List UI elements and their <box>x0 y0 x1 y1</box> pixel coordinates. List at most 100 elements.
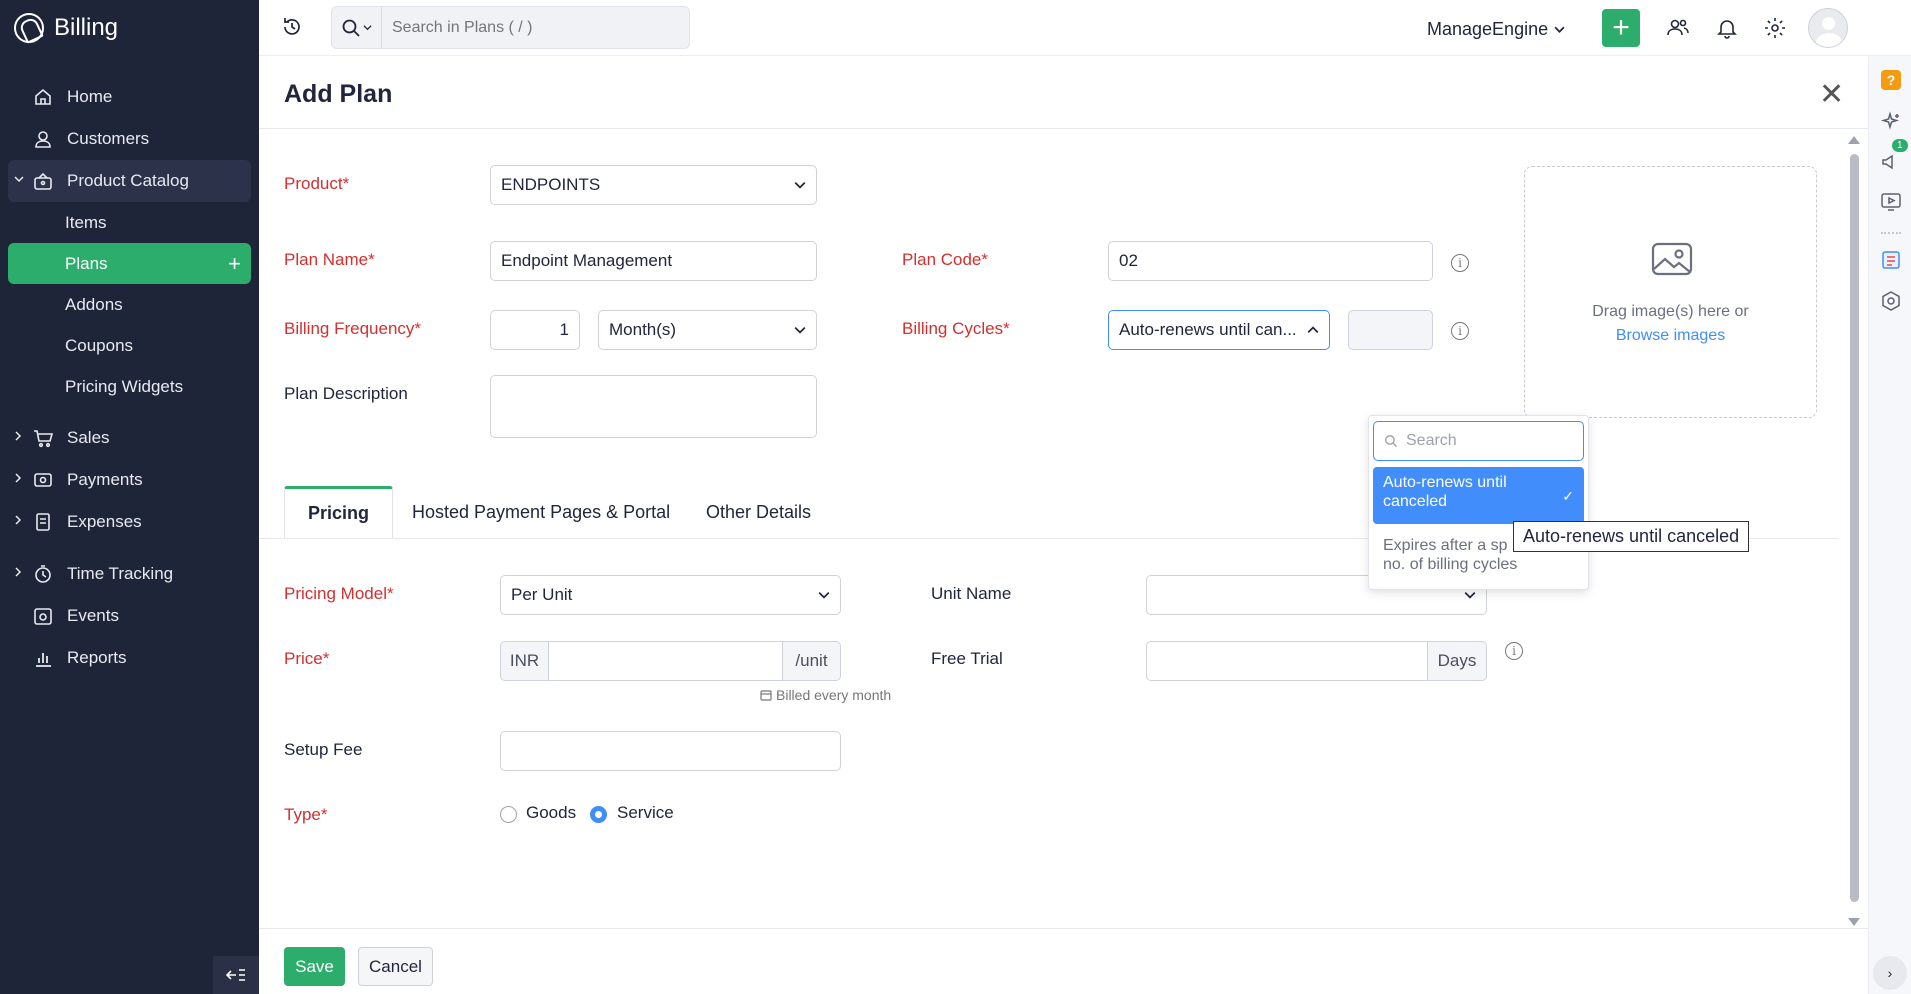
chevron-right-icon <box>15 473 22 483</box>
rail-expand-button[interactable]: › <box>1873 956 1907 990</box>
help-icon[interactable]: ? <box>1880 69 1902 91</box>
collapse-sidebar-button[interactable] <box>213 956 259 994</box>
announcement-icon[interactable] <box>1880 151 1902 173</box>
form-scrollbar[interactable] <box>1847 132 1861 926</box>
sidebar-item-reports[interactable]: Reports <box>0 637 259 679</box>
notification-badge: 1 <box>1892 139 1908 152</box>
info-icon[interactable]: i <box>1451 254 1469 272</box>
option-text: no. of billing cycles <box>1383 556 1518 573</box>
dropdown-search-input[interactable]: Search <box>1373 421 1584 461</box>
price-input[interactable] <box>548 641 783 681</box>
billing-cycles-value: Auto-renews until can... <box>1119 320 1297 339</box>
plan-name-value: Endpoint Management <box>501 251 673 270</box>
billing-frequency-count-input[interactable]: 1 <box>490 310 580 350</box>
sidebar-nav: Home Customers Product Catalog Items Pla… <box>0 56 259 679</box>
avatar[interactable] <box>1808 8 1848 48</box>
days-addon: Days <box>1427 641 1487 681</box>
type-label: Type* <box>284 805 328 824</box>
search-bar[interactable] <box>331 6 690 49</box>
basket-icon <box>33 171 53 191</box>
chevron-right-icon <box>15 431 22 441</box>
type-goods-radio[interactable] <box>500 806 517 823</box>
plan-description-textarea[interactable] <box>490 375 817 438</box>
tab-pricing[interactable]: Pricing <box>284 486 394 539</box>
chevron-right-icon <box>15 567 22 577</box>
currency-addon: INR <box>500 641 549 681</box>
sidebar-subitem-coupons[interactable]: Coupons <box>0 325 259 366</box>
billing-cycles-label: Billing Cycles* <box>902 319 1010 338</box>
brand[interactable]: Billing <box>0 0 259 56</box>
chevron-down-icon <box>794 182 806 189</box>
tab-other-details[interactable]: Other Details <box>683 486 834 539</box>
scroll-down-arrow[interactable] <box>1848 918 1860 926</box>
search-icon[interactable] <box>332 7 382 48</box>
sidebar-item-time-tracking[interactable]: Time Tracking <box>0 553 259 595</box>
users-icon[interactable] <box>1666 16 1690 40</box>
billing-frequency-unit: Month(s) <box>609 320 677 339</box>
close-icon[interactable]: ✕ <box>1819 80 1844 110</box>
gear-icon[interactable] <box>1763 16 1787 40</box>
type-goods-label[interactable]: Goods <box>526 803 576 823</box>
billing-cycles-select[interactable]: Auto-renews until can... <box>1108 310 1330 350</box>
sidebar-subitem-pricing-widgets[interactable]: Pricing Widgets <box>0 366 259 407</box>
sidebar-item-sales[interactable]: Sales <box>0 417 259 459</box>
video-icon[interactable] <box>1880 191 1902 213</box>
scroll-up-arrow[interactable] <box>1848 136 1860 144</box>
browse-images-link[interactable]: Browse images <box>1525 327 1816 345</box>
right-rail: ? 1 › <box>1868 56 1911 994</box>
type-service-label[interactable]: Service <box>617 803 674 823</box>
free-trial-input[interactable] <box>1146 641 1428 681</box>
sidebar-item-customers[interactable]: Customers <box>0 118 259 160</box>
sparkle-icon[interactable] <box>1880 111 1902 133</box>
sidebar-item-label: Product Catalog <box>67 171 189 190</box>
org-name: ManageEngine <box>1427 19 1549 39</box>
topbar: ManageEngine + <box>259 0 1911 56</box>
sidebar-subitem-plans[interactable]: Plans + <box>8 243 251 284</box>
type-service-radio[interactable] <box>590 806 607 823</box>
bell-icon[interactable] <box>1715 16 1739 40</box>
chevron-down-icon <box>1554 26 1565 33</box>
sidebar-item-product-catalog[interactable]: Product Catalog <box>8 160 251 202</box>
setup-fee-input[interactable] <box>500 731 841 771</box>
scrollbar-thumb[interactable] <box>1850 154 1859 902</box>
notes-icon[interactable] <box>1880 249 1902 271</box>
chevron-right-icon: › <box>1887 965 1893 981</box>
image-drop-text: Drag image(s) here or <box>1592 303 1749 320</box>
product-label: Product* <box>284 174 350 193</box>
org-switcher[interactable]: ManageEngine <box>1427 19 1565 40</box>
plan-code-label: Plan Code* <box>902 250 989 269</box>
billing-logo-icon <box>14 13 44 43</box>
sidebar-item-expenses[interactable]: Expenses <box>0 501 259 543</box>
cancel-button[interactable]: Cancel <box>358 947 433 986</box>
integrations-icon[interactable] <box>1880 290 1902 312</box>
sidebar-subitem-addons[interactable]: Addons <box>0 284 259 325</box>
recent-activity-icon[interactable] <box>281 16 303 38</box>
chevron-down-icon <box>818 592 830 599</box>
plan-name-input[interactable]: Endpoint Management <box>490 241 817 281</box>
check-icon: ✓ <box>1562 488 1574 504</box>
info-icon[interactable]: i <box>1451 322 1469 340</box>
tab-hosted-payment-pages[interactable]: Hosted Payment Pages & Portal <box>389 486 693 539</box>
add-plan-panel: Add Plan ✕ Product* ENDPOINTS Drag image… <box>259 56 1868 994</box>
sidebar-item-home[interactable]: Home <box>0 76 259 118</box>
image-dropzone[interactable]: Drag image(s) here or Browse images <box>1524 166 1817 418</box>
info-icon[interactable]: i <box>1505 642 1523 660</box>
option-tooltip: Auto-renews until canceled <box>1513 521 1750 552</box>
option-auto-renews[interactable]: Auto-renews until canceled ✓ <box>1373 467 1584 524</box>
billing-frequency-unit-select[interactable]: Month(s) <box>598 310 817 350</box>
save-button[interactable]: Save <box>284 947 345 986</box>
quick-create-button[interactable]: + <box>1602 9 1640 47</box>
sidebar-item-payments[interactable]: Payments <box>0 459 259 501</box>
free-trial-label: Free Trial <box>931 649 1003 668</box>
search-input[interactable] <box>382 18 682 37</box>
chevron-up-icon <box>1307 326 1319 333</box>
product-select[interactable]: ENDPOINTS <box>490 165 817 205</box>
plan-code-input[interactable]: 02 <box>1108 241 1433 281</box>
search-icon <box>1385 435 1398 448</box>
pricing-model-select[interactable]: Per Unit <box>500 575 841 615</box>
add-plan-icon[interactable]: + <box>228 252 241 275</box>
sidebar-item-label: Sales <box>67 428 110 447</box>
sidebar-subitem-items[interactable]: Items <box>0 202 259 243</box>
sidebar-item-events[interactable]: Events <box>0 595 259 637</box>
pricing-model-value: Per Unit <box>511 585 573 604</box>
